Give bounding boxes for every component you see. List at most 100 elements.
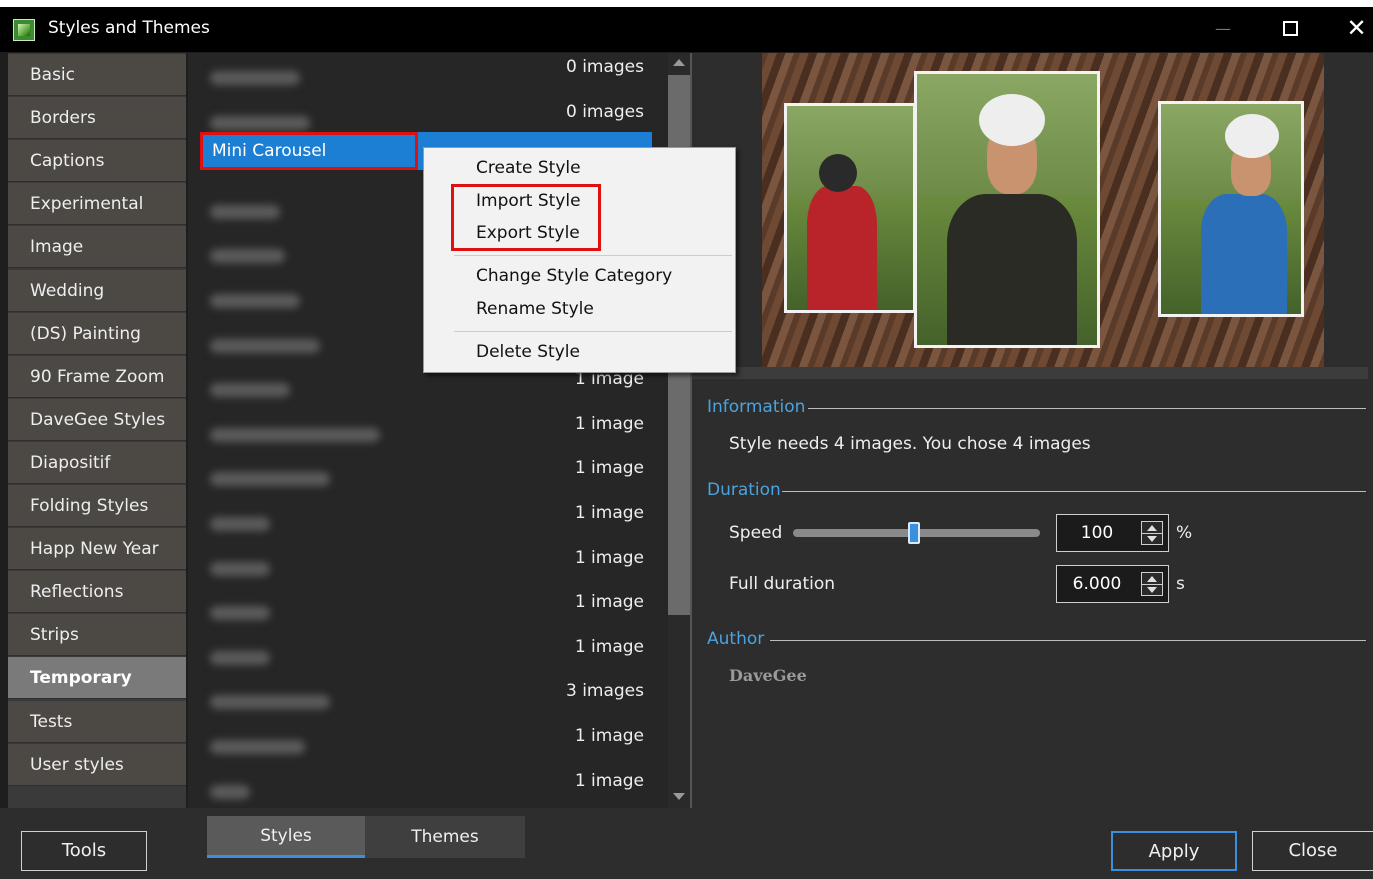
blurred-style-name bbox=[210, 606, 270, 620]
style-image-count: 1 image bbox=[574, 771, 644, 791]
category-item[interactable]: Temporary bbox=[8, 657, 186, 699]
duration-divider bbox=[782, 491, 1366, 492]
list-item[interactable]: 1 image bbox=[188, 367, 668, 411]
category-item[interactable]: Basic bbox=[8, 54, 186, 96]
blurred-style-name bbox=[210, 740, 305, 754]
list-item[interactable]: 1 image bbox=[188, 501, 668, 545]
author-name: DaveGee bbox=[729, 666, 807, 685]
style-image-count: 1 image bbox=[574, 458, 644, 478]
category-item[interactable]: Image bbox=[8, 226, 186, 268]
style-preview bbox=[762, 53, 1324, 367]
apply-button[interactable]: Apply bbox=[1111, 831, 1237, 871]
list-item[interactable]: 1 image bbox=[188, 546, 668, 590]
maximize-icon bbox=[1283, 21, 1298, 36]
menu-item-rename-style[interactable]: Rename Style bbox=[476, 299, 594, 319]
list-item[interactable]: 1 image bbox=[188, 412, 668, 456]
style-image-count: 1 image bbox=[574, 726, 644, 746]
blurred-style-name bbox=[210, 562, 270, 576]
menu-item-create-style[interactable]: Create Style bbox=[476, 158, 581, 178]
title-top-strip bbox=[0, 0, 1373, 7]
category-item[interactable]: Happ New Year bbox=[8, 528, 186, 570]
style-image-count: 0 images bbox=[565, 102, 644, 122]
preview-photo-center bbox=[914, 71, 1100, 348]
preview-divider bbox=[692, 367, 1368, 379]
style-image-count: 1 image bbox=[574, 637, 644, 657]
category-item[interactable]: Borders bbox=[8, 97, 186, 139]
list-item[interactable]: 1 image bbox=[188, 724, 668, 768]
menu-item-delete-style[interactable]: Delete Style bbox=[476, 342, 580, 362]
app-icon bbox=[13, 19, 35, 41]
duration-heading: Duration bbox=[707, 480, 781, 500]
style-image-count: 1 image bbox=[574, 503, 644, 523]
close-window-button[interactable]: ✕ bbox=[1340, 12, 1373, 44]
selected-style-label[interactable]: Mini Carousel bbox=[200, 132, 418, 170]
list-item[interactable]: 0 images bbox=[188, 55, 668, 99]
preview-photo-left bbox=[784, 103, 916, 313]
import-export-highlight bbox=[451, 184, 601, 251]
style-image-count: 1 image bbox=[574, 414, 644, 434]
blurred-style-name bbox=[210, 517, 270, 531]
category-item[interactable]: Captions bbox=[8, 140, 186, 182]
blurred-style-name bbox=[210, 785, 250, 799]
speed-slider-thumb[interactable] bbox=[908, 522, 920, 544]
information-text: Style needs 4 images. You chose 4 images bbox=[729, 434, 1091, 454]
preview-photo-right bbox=[1158, 101, 1304, 317]
category-item[interactable]: Folding Styles bbox=[8, 485, 186, 527]
menu-separator bbox=[454, 255, 732, 256]
category-item[interactable]: Experimental bbox=[8, 183, 186, 225]
full-duration-spinner[interactable] bbox=[1141, 572, 1163, 596]
speed-value[interactable]: 100 bbox=[1057, 515, 1137, 551]
blurred-style-name bbox=[210, 205, 280, 219]
menu-item-change-style-category[interactable]: Change Style Category bbox=[476, 266, 672, 286]
category-item[interactable]: Wedding bbox=[8, 270, 186, 312]
list-item[interactable]: 1 image bbox=[188, 635, 668, 679]
category-item[interactable]: Reflections bbox=[8, 571, 186, 613]
blurred-style-name bbox=[210, 651, 270, 665]
blurred-style-name bbox=[210, 428, 380, 442]
author-divider bbox=[770, 640, 1366, 641]
list-item[interactable]: 1 image bbox=[188, 456, 668, 500]
speed-spinner[interactable] bbox=[1141, 521, 1163, 545]
tools-button[interactable]: Tools bbox=[21, 831, 147, 871]
category-item[interactable]: User styles bbox=[8, 744, 186, 786]
category-item[interactable]: Strips bbox=[8, 614, 186, 656]
information-divider bbox=[808, 408, 1366, 409]
full-duration-label: Full duration bbox=[729, 574, 836, 594]
full-duration-input[interactable]: 6.000 bbox=[1056, 565, 1169, 603]
blurred-style-name bbox=[210, 71, 300, 85]
blurred-style-name bbox=[210, 116, 310, 130]
category-item[interactable]: Tests bbox=[8, 701, 186, 743]
style-image-count: 1 image bbox=[574, 592, 644, 612]
speed-unit: % bbox=[1176, 523, 1193, 543]
speed-input[interactable]: 100 bbox=[1056, 514, 1169, 552]
blurred-style-name bbox=[210, 294, 300, 308]
category-item[interactable]: (DS) Painting bbox=[8, 313, 186, 355]
list-item[interactable]: 3 images bbox=[188, 679, 668, 723]
list-item[interactable]: 1 image bbox=[188, 769, 668, 813]
category-item[interactable]: Diapositif bbox=[8, 442, 186, 484]
speed-label: Speed bbox=[729, 523, 783, 543]
blurred-style-name bbox=[210, 249, 285, 263]
blurred-style-name bbox=[210, 695, 330, 709]
tab-styles[interactable]: Styles bbox=[207, 816, 365, 858]
full-duration-value[interactable]: 6.000 bbox=[1057, 566, 1137, 602]
author-heading: Author bbox=[707, 629, 765, 649]
close-button[interactable]: Close bbox=[1252, 831, 1373, 871]
menu-separator bbox=[454, 331, 732, 332]
category-item[interactable]: DaveGee Styles bbox=[8, 399, 186, 441]
scroll-down-icon[interactable] bbox=[673, 793, 685, 800]
minimize-button[interactable]: — bbox=[1203, 14, 1243, 44]
blurred-style-name bbox=[210, 472, 330, 486]
list-item[interactable]: 1 image bbox=[188, 590, 668, 634]
window-title: Styles and Themes bbox=[48, 18, 210, 38]
tab-themes[interactable]: Themes bbox=[365, 816, 525, 858]
maximize-button[interactable] bbox=[1270, 14, 1310, 44]
scroll-up-icon[interactable] bbox=[673, 59, 685, 66]
information-heading: Information bbox=[707, 397, 806, 417]
blurred-style-name bbox=[210, 383, 290, 397]
category-item[interactable]: 90 Frame Zoom bbox=[8, 356, 186, 398]
blurred-style-name bbox=[210, 339, 320, 353]
style-image-count: 0 images bbox=[565, 57, 644, 77]
context-menu: Create Style Import Style Export Style C… bbox=[423, 147, 736, 373]
full-duration-unit: s bbox=[1176, 574, 1185, 594]
